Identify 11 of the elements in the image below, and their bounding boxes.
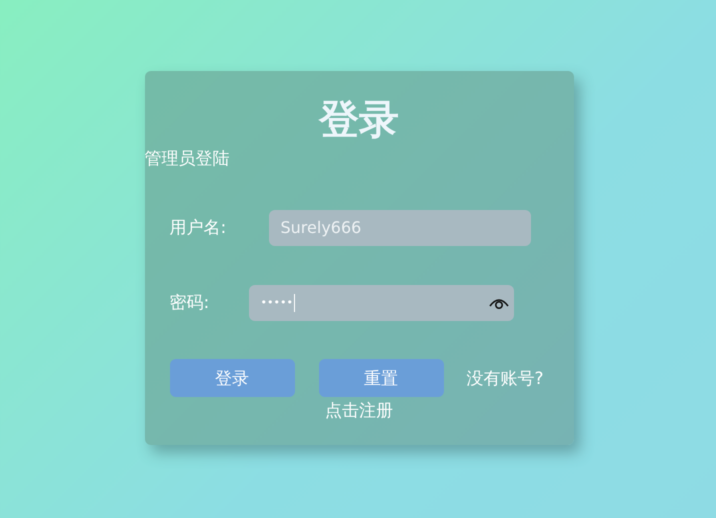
- admin-login-label: 管理员登陆: [144, 148, 230, 171]
- field-label: 密码:: [170, 292, 210, 314]
- masked-password: •••••: [260, 294, 295, 312]
- form-button[interactable]: 登录: [170, 359, 294, 397]
- password-field[interactable]: •••••: [248, 284, 514, 320]
- username-field[interactable]: Surely666: [268, 210, 530, 246]
- register-prompt-link[interactable]: 没有账号?: [466, 366, 544, 390]
- field-label: 用户名:: [170, 217, 228, 239]
- login-title: 登录: [317, 96, 400, 145]
- form-button[interactable]: 重置: [318, 359, 444, 397]
- register-link[interactable]: 点击注册: [325, 401, 393, 421]
